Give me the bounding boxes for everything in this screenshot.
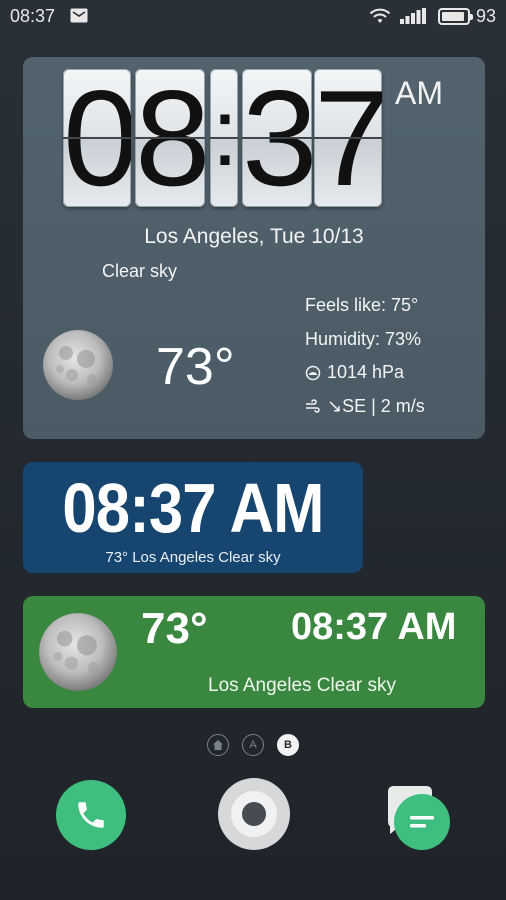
flip-clock-weather-widget[interactable]: 0 8 : 3 7 AM Los Angeles, Tue 10/13 Clea… (23, 57, 485, 439)
humidity: Humidity: 73% (305, 323, 425, 357)
green-temperature: 73° (141, 604, 208, 653)
pressure-gauge-icon (305, 365, 321, 380)
phone-icon (78, 802, 104, 828)
status-time: 08:37 (10, 6, 56, 26)
digital-clock-widget[interactable]: 08:37 AM 73° Los Angeles Clear sky (23, 462, 363, 573)
page-dot-b-label: B (284, 739, 292, 751)
green-location-condition: Los Angeles Clear sky (208, 675, 396, 696)
messages-icon[interactable] (380, 782, 452, 850)
digital-time: 08:37 AM (62, 469, 324, 547)
full-moon-icon (39, 613, 117, 691)
feels-like: Feels like: 75° (305, 289, 425, 323)
green-time: 08:37 AM (291, 606, 457, 648)
hour-digit-1: 0 (63, 69, 131, 207)
humidity-text: Humidity: 73% (305, 328, 422, 349)
page-indicator: A B (207, 734, 299, 756)
location-date: Los Angeles, Tue 10/13 (144, 225, 364, 248)
weather-details: Feels like: 75° Humidity: 73% 1014 hPa ↘… (305, 289, 425, 423)
battery-level: 93 (476, 6, 497, 26)
page-dot-a-label: A (249, 739, 257, 751)
wifi-icon (369, 8, 391, 23)
weather-condition: Clear sky (102, 261, 178, 281)
battery-icon (438, 8, 473, 25)
page-dot-home[interactable] (207, 734, 229, 756)
home-button-ring (231, 791, 277, 837)
phone-app-button[interactable] (56, 780, 126, 850)
feels-like-text: Feels like: 75° (305, 295, 419, 315)
status-bar: 08:37 93 (0, 0, 506, 34)
minute-digit-2: 7 (314, 69, 382, 207)
wind-text: ↘SE | 2 m/s (327, 395, 425, 416)
battery-level-fill (442, 12, 464, 21)
ampm-label: AM (395, 75, 443, 111)
digital-weather-subtitle: 73° Los Angeles Clear sky (105, 549, 281, 566)
home-icon (213, 740, 223, 750)
temperature: 73° (156, 338, 235, 396)
page-dot-b[interactable]: B (277, 734, 299, 756)
pressure: 1014 hPa (305, 356, 425, 390)
home-button[interactable] (218, 778, 290, 850)
wind-icon (306, 399, 320, 413)
flip-card-hour-2: 8 (135, 69, 205, 207)
home-button-icon (242, 802, 266, 826)
time-separator: : (211, 79, 238, 186)
minute-digit-1: 3 (242, 69, 312, 207)
pressure-text: 1014 hPa (327, 362, 405, 382)
page-dot-a[interactable]: A (242, 734, 264, 756)
hour-digit-2: 8 (135, 69, 205, 207)
message-notification-icon (70, 8, 88, 23)
flip-card-minute-1: 3 (242, 69, 312, 207)
green-weather-clock-widget[interactable]: 73° 08:37 AM Los Angeles Clear sky (23, 596, 485, 708)
flip-card-hour-1: 0 (63, 69, 131, 207)
full-moon-icon (43, 330, 113, 400)
wind: ↘SE | 2 m/s (305, 390, 425, 424)
flip-card-separator: : (210, 69, 238, 207)
signal-icon (400, 8, 426, 24)
flip-card-minute-2: 7 (314, 69, 382, 207)
